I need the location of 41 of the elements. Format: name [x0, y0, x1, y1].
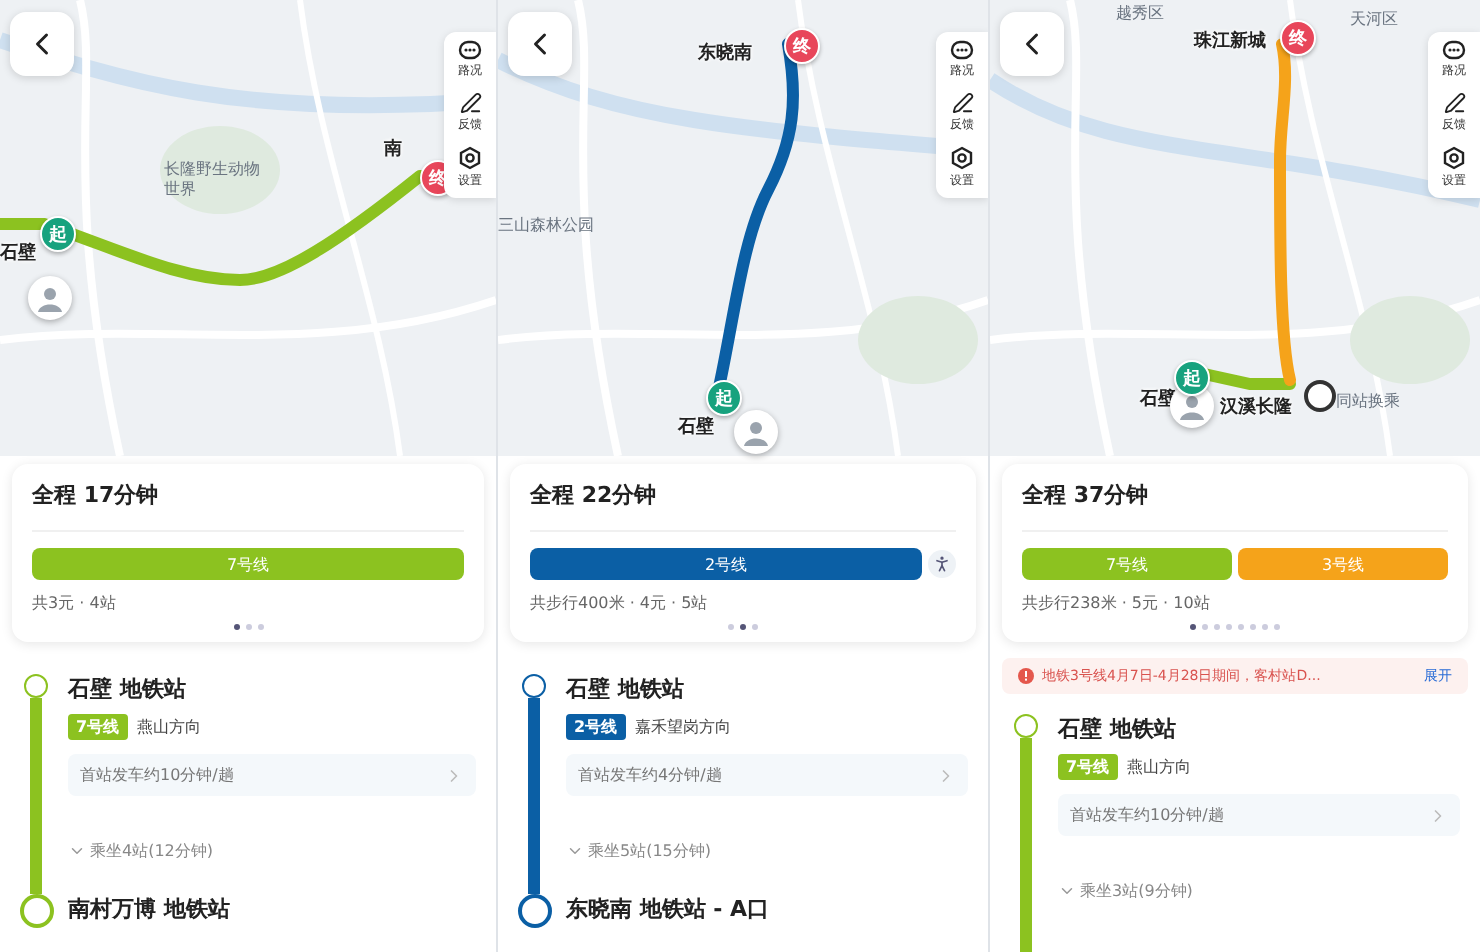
frequency-row[interactable]: 首站发车约4分钟/趟 [566, 754, 968, 796]
line-segment-bar: 2号线 [530, 548, 922, 580]
line-segment-bar: 7号线 [1022, 548, 1232, 580]
route-info: 共步行400米 · 4元 · 5站 [530, 592, 710, 614]
station-label: 东晓南 [698, 40, 752, 66]
route-summary-card[interactable]: 全程 37分钟 7号线 3号线 共步行238米 · 5元 · 10站 [1002, 464, 1468, 642]
direction-text: 嘉禾望岗方向 [635, 716, 732, 738]
place-label: 天河区 [1350, 10, 1400, 30]
station-name: 石壁 地铁站 [566, 674, 686, 704]
ride-info[interactable]: 乘坐4站(12分钟) [90, 840, 214, 862]
line-segment-bar: 7号线 [32, 548, 464, 580]
station-name: 东晓南 地铁站 - A口 [566, 894, 772, 924]
route-info: 共步行238米 · 5元 · 10站 [1022, 592, 1212, 614]
station-label: 南 [384, 136, 402, 162]
place-label: 三山森林公园 [498, 216, 596, 236]
line-segment-bar: 3号线 [1238, 548, 1448, 580]
direction-text: 燕山方向 [1127, 756, 1192, 778]
station-name: 石壁 地铁站 [68, 674, 188, 704]
route-info: 共3元 · 4站 [32, 592, 118, 614]
frequency-row[interactable]: 首站发车约10分钟/趟 [1058, 794, 1460, 836]
route-duration: 全程 17分钟 [32, 480, 464, 532]
ride-info[interactable]: 乘坐5站(15分钟) [588, 840, 712, 862]
station-name: 南村万博 地铁站 [68, 894, 232, 924]
ride-info[interactable]: 乘坐3站(9分钟) [1080, 880, 1193, 902]
station-label: 珠江新城 [1194, 28, 1266, 54]
station-label: 汉溪长隆 [1220, 394, 1292, 420]
place-label: 长隆野生动物世界 [164, 160, 262, 199]
route-summary-card[interactable]: 全程 22分钟 2号线 共步行400米 · 4元 · 5站 [510, 464, 976, 642]
route-duration: 全程 37分钟 [1022, 480, 1448, 532]
direction-text: 燕山方向 [137, 716, 202, 738]
line-tag: 2号线 [566, 714, 626, 740]
station-name: 石壁 地铁站 [1058, 714, 1178, 744]
route-duration: 全程 22分钟 [530, 480, 956, 532]
station-label: 石壁 [0, 240, 36, 266]
place-label: 同站换乘 [1336, 392, 1402, 412]
line-tag: 7号线 [68, 714, 128, 740]
station-label: 石壁 [678, 414, 714, 440]
line-tag: 7号线 [1058, 754, 1118, 780]
place-label: 越秀区 [1116, 4, 1166, 24]
frequency-row[interactable]: 首站发车约10分钟/趟 [68, 754, 476, 796]
route-summary-card[interactable]: 全程 17分钟 7号线 共3元 · 4站 [12, 464, 484, 642]
